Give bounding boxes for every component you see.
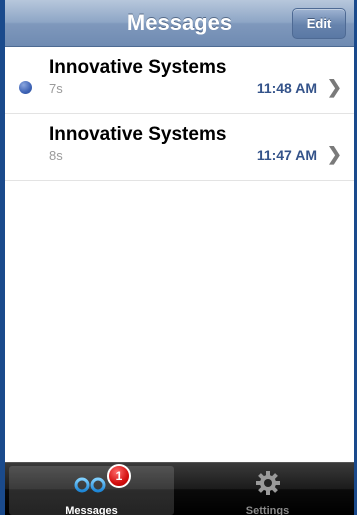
tab-messages-label: Messages <box>65 505 118 515</box>
message-time: 11:48 AM <box>256 80 317 96</box>
gear-icon <box>255 470 281 501</box>
list-item[interactable]: Innovative Systems 8s 11:47 AM ❯ <box>5 114 354 181</box>
list-item[interactable]: Innovative Systems 7s 11:48 AM ❯ <box>5 47 354 114</box>
tab-bar: 1 Messages Settings <box>5 462 354 515</box>
tab-settings-label: Settings <box>245 505 290 515</box>
app-frame: Messages Edit Innovative Systems 7s 11:4… <box>0 0 357 515</box>
unread-count-badge: 1 <box>107 464 131 488</box>
unread-indicator <box>19 81 32 94</box>
chevron-right-icon[interactable]: ❯ <box>327 144 342 165</box>
edit-button[interactable]: Edit <box>292 8 346 39</box>
chevron-right-icon[interactable]: ❯ <box>327 77 342 98</box>
message-sender: Innovative Systems <box>49 124 227 145</box>
message-time: 11:47 AM <box>256 147 317 163</box>
navigation-bar: Messages Edit <box>5 0 354 47</box>
tab-settings[interactable]: Settings <box>185 466 350 515</box>
message-duration: 7s <box>49 81 63 96</box>
message-duration: 8s <box>49 148 63 163</box>
messages-list: Innovative Systems 7s 11:48 AM ❯ Innovat… <box>5 47 354 181</box>
message-sender: Innovative Systems <box>49 57 227 78</box>
tab-messages[interactable]: 1 Messages <box>9 464 174 515</box>
